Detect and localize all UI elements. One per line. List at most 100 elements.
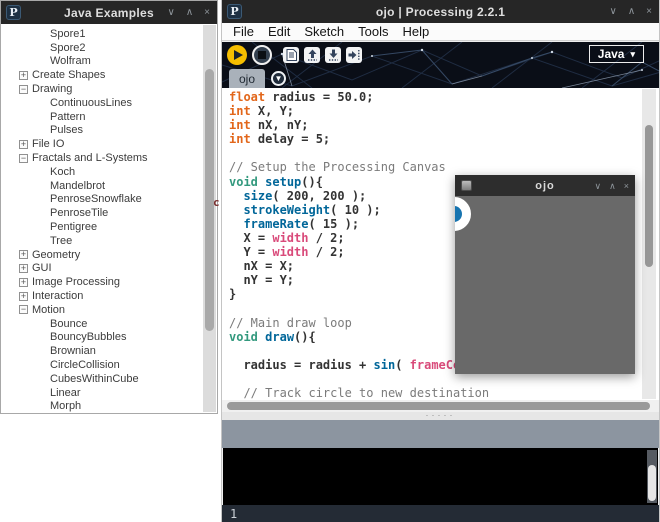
tree-item-label: Interaction	[32, 290, 84, 303]
scrollbar-thumb[interactable]	[648, 465, 656, 501]
tree-item-bounce[interactable]: Bounce	[2, 317, 202, 331]
play-icon	[234, 50, 243, 60]
tree-item-motion[interactable]: − Motion	[2, 303, 202, 317]
export-button[interactable]	[346, 47, 362, 63]
menu-item-sketch[interactable]: Sketch	[297, 24, 351, 39]
export-icon	[348, 50, 360, 60]
tree-item-bouncybubbles[interactable]: BouncyBubbles	[2, 331, 202, 345]
expand-icon[interactable]: +	[19, 291, 28, 301]
tree-item-drawing[interactable]: − Drawing	[2, 82, 202, 96]
tree-item-koch[interactable]: Koch	[2, 165, 202, 179]
editor-titlebar: P ojo | Processing 2.2.1 ∨ ∧ ×	[222, 0, 659, 23]
expand-icon[interactable]: +	[19, 277, 28, 287]
tree-item-spore1[interactable]: Spore1	[2, 27, 202, 41]
tree-item-label: CubesWithinCube	[50, 372, 139, 385]
chevron-down-icon: ▼	[274, 74, 283, 83]
save-button[interactable]	[325, 47, 341, 63]
run-button[interactable]	[227, 45, 247, 65]
menu-item-tools[interactable]: Tools	[351, 24, 395, 39]
maximize-icon[interactable]: ∧	[609, 181, 616, 191]
tree-item-spore2[interactable]: Spore2	[2, 41, 202, 55]
minimize-icon[interactable]: ∨	[168, 7, 175, 18]
scrollbar-thumb[interactable]	[645, 125, 653, 267]
tree-item-pattern[interactable]: Pattern	[2, 110, 202, 124]
scrollbar-thumb[interactable]	[227, 402, 650, 410]
tree-item-label: Morph	[50, 400, 82, 412]
tree-item-create-shapes[interactable]: + Create Shapes	[2, 68, 202, 82]
code-line: int nX, nY;	[229, 118, 309, 133]
menubar: File Edit Sketch Tools Help	[222, 23, 659, 41]
tab-label: ojo	[238, 71, 255, 86]
stray-character: c	[213, 196, 220, 209]
tree-item-file-io[interactable]: + File IO	[2, 137, 202, 151]
tree-item-gui[interactable]: + GUI	[2, 262, 202, 276]
minimize-icon[interactable]: ∨	[595, 181, 602, 191]
expand-icon[interactable]: +	[19, 70, 28, 80]
stop-button[interactable]	[252, 45, 272, 65]
tree-item-label: PenroseSnowflake	[50, 193, 142, 206]
close-icon[interactable]: ×	[646, 6, 652, 17]
tree-item-image-processing[interactable]: + Image Processing	[2, 275, 202, 289]
tab-ojo[interactable]: ojo	[229, 69, 265, 88]
tree-item-fractals-and-l-systems[interactable]: − Fractals and L-Systems	[2, 151, 202, 165]
examples-titlebar: P Java Examples ∨ ∧ ×	[1, 1, 217, 24]
tree-item-penrosesnowflake[interactable]: PenroseSnowflake	[2, 193, 202, 207]
maximize-icon[interactable]: ∧	[186, 7, 193, 18]
code-line: int X, Y;	[229, 104, 295, 119]
tree-item-pentigree[interactable]: Pentigree	[2, 220, 202, 234]
examples-scrollbar[interactable]	[203, 25, 216, 412]
tree-item-penrosetile[interactable]: PenroseTile	[2, 206, 202, 220]
tree-item-label: Koch	[50, 165, 76, 178]
expand-icon[interactable]: +	[19, 139, 28, 149]
tree-item-cubeswithincube[interactable]: CubesWithinCube	[2, 372, 202, 386]
tree-item-label: File IO	[32, 138, 65, 151]
processing-logo-icon: P	[6, 5, 21, 20]
console-scrollbar[interactable]	[647, 450, 657, 503]
mode-selector-dropdown[interactable]: Java ▾	[588, 45, 644, 63]
maximize-icon[interactable]: ∧	[628, 6, 635, 17]
line-number-indicator: 1	[230, 506, 238, 521]
tree-item-continuouslines[interactable]: ContinuousLines	[2, 96, 202, 110]
close-icon[interactable]: ×	[204, 7, 210, 18]
message-bar	[222, 420, 659, 448]
tree-item-interaction[interactable]: + Interaction	[2, 289, 202, 303]
processing-logo-icon: P	[227, 4, 242, 19]
tree-item-circlecollision[interactable]: CircleCollision	[2, 358, 202, 372]
tree-item-label: CircleCollision	[50, 359, 120, 372]
collapse-icon[interactable]: −	[19, 153, 28, 163]
tree-item-mandelbrot[interactable]: Mandelbrot	[2, 179, 202, 193]
menu-item-help[interactable]: Help	[395, 24, 436, 39]
expand-icon[interactable]: +	[19, 263, 28, 273]
desktop: P Java Examples ∨ ∧ × Spore1 Spore2 Wolfra…	[0, 0, 660, 522]
tree-item-morph[interactable]: Morph	[2, 400, 202, 412]
close-icon[interactable]: ×	[624, 181, 629, 191]
menu-item-file[interactable]: File	[226, 24, 261, 39]
code-line: // Track circle to new destination	[229, 385, 490, 400]
tree-item-geometry[interactable]: + Geometry	[2, 248, 202, 262]
tree-item-label: Tree	[50, 234, 73, 247]
editor-vertical-scrollbar[interactable]	[642, 89, 656, 399]
console-splitter-handle[interactable]: ·····	[222, 411, 659, 420]
tree-item-pulses[interactable]: Pulses	[2, 124, 202, 138]
tree-item-label: Pulses	[50, 124, 84, 137]
tree-item-label: Mandelbrot	[50, 179, 106, 192]
menu-item-edit[interactable]: Edit	[261, 24, 297, 39]
expand-icon[interactable]: +	[19, 250, 28, 260]
open-button[interactable]	[304, 47, 320, 63]
chevron-down-icon: ▾	[630, 48, 635, 59]
code-line: // Setup the Processing Canvas	[229, 160, 446, 175]
tree-item-brownian[interactable]: Brownian	[2, 344, 202, 358]
tab-menu-button[interactable]: ▼	[271, 71, 286, 86]
examples-tree: Spore1 Spore2 Wolfram + Create Shapes − Drawin…	[2, 25, 202, 412]
editor-window-title: ojo | Processing 2.2.1	[375, 4, 506, 19]
tree-item-label: Pentigree	[50, 221, 98, 234]
tree-item-linear[interactable]: Linear	[2, 386, 202, 400]
tree-item-label: Fractals and L-Systems	[32, 152, 148, 165]
minimize-icon[interactable]: ∨	[610, 6, 617, 17]
new-sketch-button[interactable]	[283, 47, 299, 63]
tree-item-wolfram[interactable]: Wolfram	[2, 55, 202, 69]
collapse-icon[interactable]: −	[19, 305, 28, 315]
collapse-icon[interactable]: −	[19, 84, 28, 94]
tree-item-tree[interactable]: Tree	[2, 234, 202, 248]
